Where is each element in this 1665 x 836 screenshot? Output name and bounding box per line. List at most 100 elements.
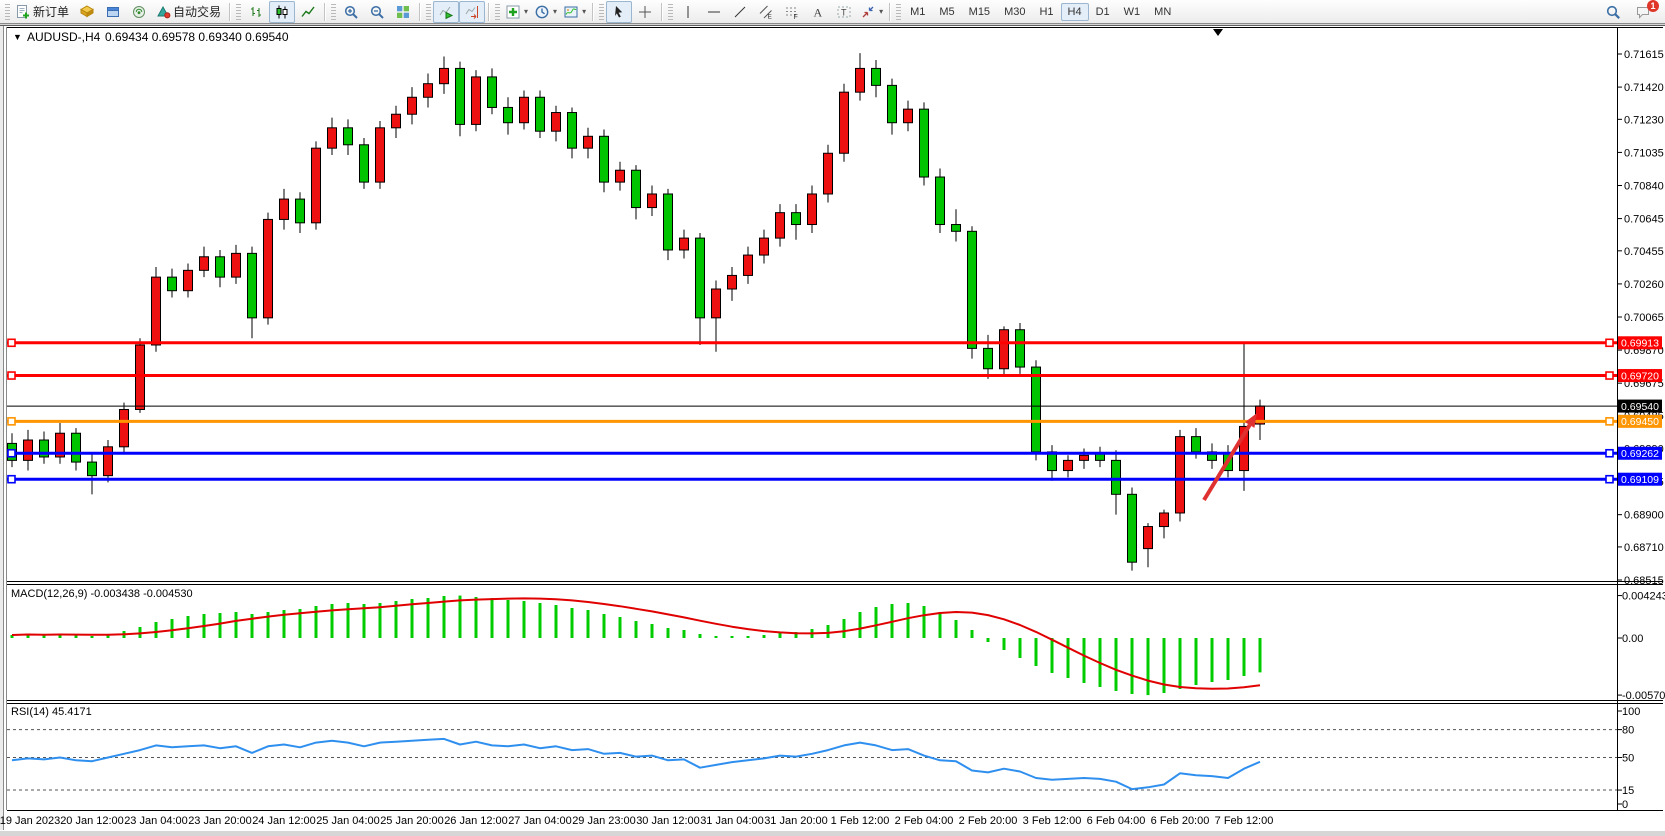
arrows-button[interactable]: ▾ <box>857 1 886 23</box>
chevron-down-icon[interactable]: ▾ <box>553 7 557 16</box>
zoom-in-button[interactable] <box>338 1 364 23</box>
candle <box>264 213 273 325</box>
macd-bar <box>1019 638 1022 658</box>
line-handle[interactable] <box>8 339 15 346</box>
timeframe-m1-button[interactable]: M1 <box>903 3 932 21</box>
macd-bar <box>1051 638 1054 673</box>
periods-button[interactable]: ▾ <box>531 1 560 23</box>
line-handle[interactable] <box>8 372 15 379</box>
timeframe-m5-button[interactable]: M5 <box>932 3 961 21</box>
templates-button[interactable]: ▾ <box>560 1 589 23</box>
macd-bar <box>555 605 558 638</box>
auto-scroll-button[interactable] <box>433 1 459 23</box>
line-handle[interactable] <box>8 450 15 457</box>
terminal-button[interactable] <box>126 1 152 23</box>
chevron-down-icon[interactable]: ▾ <box>879 7 883 16</box>
timeframe-h1-button[interactable]: H1 <box>1032 3 1060 21</box>
svg-text:0.70840: 0.70840 <box>1624 180 1664 192</box>
toolbar-grip <box>331 4 336 20</box>
timeframe-w1-button[interactable]: W1 <box>1117 3 1148 21</box>
fibonacci-button[interactable]: F <box>779 1 805 23</box>
toolbar-grip <box>495 4 500 20</box>
timeframe-m30-button[interactable]: M30 <box>997 3 1032 21</box>
bar-chart-icon <box>248 4 264 20</box>
candle <box>1000 326 1009 375</box>
text-button[interactable]: A <box>805 1 831 23</box>
line-handle[interactable] <box>8 418 15 425</box>
candlestick-button[interactable] <box>269 1 295 23</box>
svg-text:25 Jan 20:00: 25 Jan 20:00 <box>380 815 444 827</box>
timeframe-m15-button[interactable]: M15 <box>962 3 997 21</box>
timeframe-h4-button[interactable]: H4 <box>1061 3 1089 21</box>
candle <box>104 440 113 482</box>
timeframe-mn-button[interactable]: MN <box>1147 3 1178 21</box>
text-label-icon: T <box>836 4 852 20</box>
line-chart-button[interactable] <box>295 1 321 23</box>
horizontal-line-button[interactable] <box>701 1 727 23</box>
candle <box>920 102 929 185</box>
market-watch-button[interactable] <box>74 1 100 23</box>
line-handle[interactable] <box>1606 372 1613 379</box>
bar-chart-button[interactable] <box>243 1 269 23</box>
svg-text:6 Feb 20:00: 6 Feb 20:00 <box>1151 815 1210 827</box>
toolbar-grip <box>236 4 241 20</box>
crosshair-button[interactable] <box>632 1 658 23</box>
svg-text:0.004243: 0.004243 <box>1622 591 1665 603</box>
tile-windows-button[interactable] <box>390 1 416 23</box>
macd-bar <box>1115 638 1118 691</box>
navigator-button[interactable] <box>100 1 126 23</box>
svg-text:80: 80 <box>1622 725 1634 737</box>
tile-windows-icon <box>395 4 411 20</box>
macd-bar <box>235 612 238 638</box>
svg-text:0: 0 <box>1622 799 1628 811</box>
line-handle[interactable] <box>1606 418 1613 425</box>
chart-window: 0.716150.714200.712300.710350.708400.706… <box>0 25 1665 836</box>
svg-text:0.70645: 0.70645 <box>1624 214 1664 226</box>
zoom-out-button[interactable] <box>364 1 390 23</box>
candle <box>536 90 545 138</box>
trendline-button[interactable] <box>727 1 753 23</box>
svg-text:31 Jan 20:00: 31 Jan 20:00 <box>764 815 828 827</box>
toolbar-separator <box>488 3 490 21</box>
auto-scroll-icon <box>438 4 454 20</box>
svg-text:F: F <box>794 14 798 20</box>
search-button[interactable] <box>1600 1 1626 23</box>
text-icon: A <box>810 4 826 20</box>
vertical-line-button[interactable] <box>675 1 701 23</box>
svg-text:15: 15 <box>1622 785 1634 797</box>
chart-shift-button[interactable] <box>459 1 485 23</box>
macd-bar <box>715 636 718 638</box>
chart-shift-icon <box>464 4 480 20</box>
notifications-button[interactable]: 1 <box>1630 1 1656 23</box>
candle <box>360 138 369 189</box>
svg-text:0.70455: 0.70455 <box>1624 246 1664 258</box>
macd-bar <box>907 603 910 638</box>
macd-bar <box>1147 638 1150 695</box>
macd-bar <box>507 600 510 638</box>
chevron-down-icon[interactable]: ▾ <box>524 7 528 16</box>
svg-text:20 Jan 12:00: 20 Jan 12:00 <box>60 815 124 827</box>
text-label-button[interactable]: T <box>831 1 857 23</box>
line-handle[interactable] <box>1606 450 1613 457</box>
macd-bar <box>635 621 638 638</box>
autotrading-button[interactable]: 自动交易 <box>152 1 226 23</box>
candle <box>1176 430 1185 522</box>
indicators-button[interactable]: ▾ <box>502 1 531 23</box>
new-order-button[interactable]: 新订单 <box>12 1 74 23</box>
terminal-icon <box>131 4 147 20</box>
macd-bar <box>859 612 862 638</box>
notification-badge: 1 <box>1647 0 1659 12</box>
timeframe-d1-button[interactable]: D1 <box>1089 3 1117 21</box>
price-label: 0.69109 <box>1618 473 1662 486</box>
toolbar-grip <box>668 4 673 20</box>
line-handle[interactable] <box>8 476 15 483</box>
svg-text:AUDUSD-,H4: AUDUSD-,H4 <box>27 30 101 44</box>
svg-text:0.69109: 0.69109 <box>1621 474 1659 486</box>
chevron-down-icon[interactable]: ▾ <box>582 7 586 16</box>
equidistant-channel-button[interactable]: E <box>753 1 779 23</box>
line-handle[interactable] <box>1606 339 1613 346</box>
toolbar-separator <box>661 3 663 21</box>
cursor-button[interactable] <box>606 1 632 23</box>
macd-bar <box>491 598 494 638</box>
line-handle[interactable] <box>1606 476 1613 483</box>
